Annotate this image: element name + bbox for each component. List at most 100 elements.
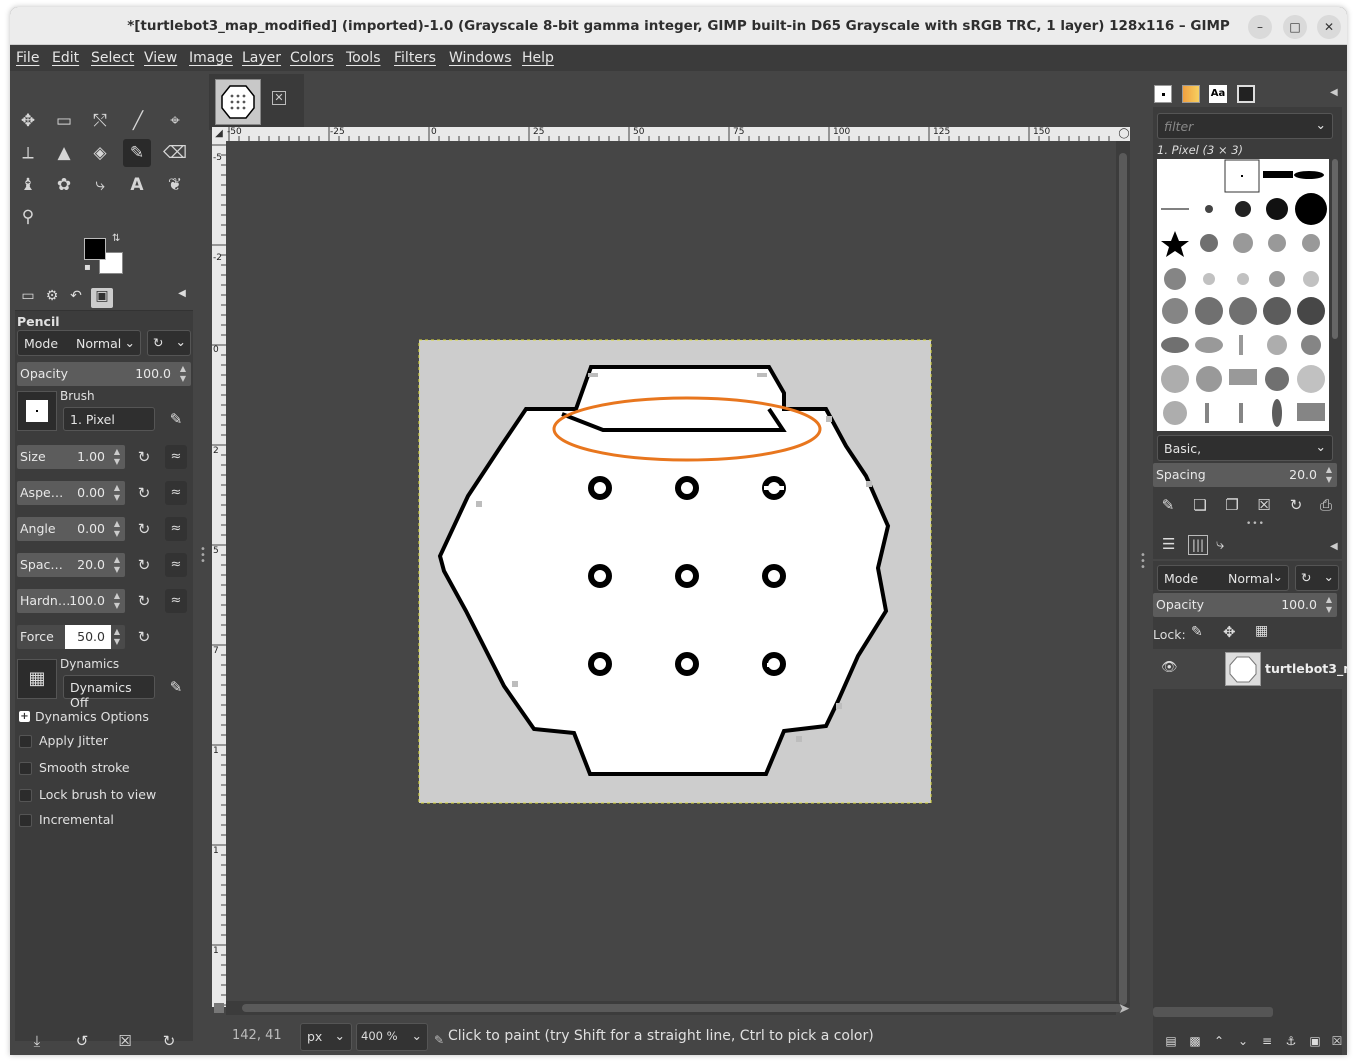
- link-size-icon[interactable]: ≈: [165, 445, 187, 469]
- opacity-field[interactable]: Opacity 100.0 ▲ ▼: [17, 362, 191, 386]
- restore-options-icon[interactable]: ↺: [71, 1029, 93, 1053]
- spin-icon[interactable]: ▲ ▼: [177, 364, 189, 384]
- force-field[interactable]: Force 50.0 ▲ ▼: [17, 625, 125, 649]
- close-icon[interactable]: ✕: [1317, 15, 1341, 39]
- canvas-area[interactable]: [226, 141, 1116, 1007]
- delete-brush-icon[interactable]: ☒: [1253, 493, 1275, 517]
- lower-layer-icon[interactable]: ⌄: [1232, 1029, 1254, 1053]
- brush-grid-scrollbar[interactable]: [1332, 159, 1338, 339]
- crop-tool-icon[interactable]: ⌖: [161, 107, 189, 135]
- device-status-tab-icon[interactable]: ⚙: [41, 288, 63, 308]
- lock-brush-checkbox[interactable]: [19, 789, 32, 802]
- mode-select[interactable]: Mode Normal ⌄: [17, 330, 141, 356]
- fonts-tab-icon[interactable]: Aa: [1209, 85, 1227, 103]
- quick-mask-icon[interactable]: [214, 1003, 224, 1013]
- menu-layer[interactable]: Layer: [242, 50, 281, 66]
- dock-menu-icon[interactable]: ◀: [1330, 541, 1338, 552]
- link-hardness-icon[interactable]: ≈: [165, 589, 187, 613]
- angle-field[interactable]: Angle 0.00 ▲ ▼: [17, 517, 125, 541]
- menu-colors[interactable]: Colors: [290, 50, 334, 66]
- default-colors-icon[interactable]: ▪: [84, 262, 91, 273]
- mask-layer-icon[interactable]: ▣: [1304, 1029, 1326, 1053]
- clone-tool-icon[interactable]: ♝: [14, 171, 42, 199]
- maximize-icon[interactable]: □: [1283, 15, 1307, 39]
- edit-dynamics-icon[interactable]: ✎: [165, 675, 187, 699]
- dynamics-select[interactable]: Dynamics Off: [63, 675, 155, 710]
- zoom-follow-icon[interactable]: ◯: [1118, 127, 1130, 141]
- incremental-checkbox[interactable]: [19, 814, 32, 827]
- layers-tab-icon[interactable]: ☰: [1162, 535, 1175, 553]
- layer-row[interactable]: 👁 turtlebot3_m: [1153, 649, 1347, 689]
- menu-help[interactable]: Help: [522, 50, 554, 66]
- save-options-icon[interactable]: ⤓: [26, 1029, 48, 1053]
- delete-options-icon[interactable]: ☒: [114, 1029, 136, 1053]
- link-aspect-icon[interactable]: ≈: [165, 481, 187, 505]
- vertical-scrollbar[interactable]: [1116, 141, 1130, 1007]
- reset-aspect-icon[interactable]: ↻: [133, 481, 155, 505]
- spacing-field[interactable]: Spac… 20.0 ▲ ▼: [17, 553, 125, 577]
- aspect-field[interactable]: Aspe… 0.00 ▲ ▼: [17, 481, 125, 505]
- duplicate-layer-icon[interactable]: ≡: [1256, 1029, 1278, 1053]
- patterns-tab-icon[interactable]: [1182, 85, 1200, 103]
- smudge-tool-icon[interactable]: ✿: [50, 171, 78, 199]
- horizontal-scroll-thumb[interactable]: [242, 1004, 1122, 1012]
- spin-icon[interactable]: ▲ ▼: [111, 519, 123, 539]
- paths-tab-icon[interactable]: ⤷: [1216, 535, 1224, 553]
- menu-select[interactable]: Select: [91, 50, 134, 66]
- unit-select[interactable]: px ⌄: [300, 1023, 352, 1051]
- undo-history-tab-icon[interactable]: ↶: [65, 288, 87, 308]
- menu-tools[interactable]: Tools: [346, 50, 381, 66]
- brush-as-image-icon[interactable]: ⎙: [1315, 493, 1337, 517]
- duplicate-brush-icon[interactable]: ❐: [1221, 493, 1243, 517]
- vertical-scroll-thumb[interactable]: [1119, 153, 1127, 1005]
- link-angle-icon[interactable]: ≈: [165, 517, 187, 541]
- layer-mode-reset-button[interactable]: ↻ ⌄: [1295, 565, 1339, 591]
- ruler-corner-icon[interactable]: ◢: [212, 127, 226, 141]
- warp-tool-icon[interactable]: ▲: [50, 139, 78, 167]
- brush-select[interactable]: 1. Pixel: [63, 407, 155, 431]
- close-image-icon[interactable]: ✕: [272, 91, 286, 105]
- navigate-icon[interactable]: ➤: [1116, 1001, 1132, 1017]
- panel-divider-handle[interactable]: •••: [1246, 519, 1265, 529]
- reset-spacing-icon[interactable]: ↻: [133, 553, 155, 577]
- bucket-fill-tool-icon[interactable]: ◈: [86, 139, 114, 167]
- brush-preview[interactable]: [17, 391, 57, 431]
- lock-position-icon[interactable]: ✥: [1223, 623, 1236, 641]
- spin-icon[interactable]: ▲ ▼: [111, 627, 123, 647]
- spin-icon[interactable]: ▲ ▼: [1323, 465, 1335, 485]
- link-spacing-icon[interactable]: ≈: [165, 553, 187, 577]
- pencil-tool-icon[interactable]: ✎: [123, 139, 151, 167]
- reset-hardness-icon[interactable]: ↻: [133, 589, 155, 613]
- eraser-tool-icon[interactable]: ⌫: [161, 139, 189, 167]
- menu-edit[interactable]: Edit: [52, 50, 79, 66]
- image-canvas[interactable]: [226, 141, 1116, 1007]
- visibility-eye-icon[interactable]: 👁: [1161, 660, 1178, 675]
- dynamics-preview-icon[interactable]: ▦: [17, 659, 57, 699]
- text-tool-icon[interactable]: A: [123, 171, 151, 199]
- brush-grid[interactable]: [1157, 159, 1329, 431]
- lasso-tool-icon[interactable]: ⤲: [86, 107, 114, 135]
- hardness-field[interactable]: Hardn… 100.0 ▲ ▼: [17, 589, 125, 613]
- lock-pixels-icon[interactable]: ✎: [1191, 624, 1203, 640]
- mode-reset-button[interactable]: ↻ ⌄: [147, 330, 191, 356]
- gradients-tab-icon[interactable]: [1237, 85, 1255, 103]
- rect-select-tool-icon[interactable]: ▭: [50, 107, 78, 135]
- anchor-layer-icon[interactable]: ⚓: [1280, 1029, 1302, 1053]
- lock-alpha-icon[interactable]: ▦: [1255, 623, 1268, 639]
- spin-icon[interactable]: ▲ ▼: [1323, 595, 1335, 615]
- apply-jitter-checkbox[interactable]: [19, 735, 32, 748]
- spin-icon[interactable]: ▲ ▼: [111, 591, 123, 611]
- zoom-select[interactable]: 400 % ⌄: [356, 1023, 428, 1051]
- right-dock-handle[interactable]: • • •: [1140, 551, 1146, 573]
- brushes-tab-icon[interactable]: [1154, 85, 1172, 103]
- dock-menu-icon[interactable]: ◀: [171, 288, 193, 308]
- smooth-stroke-checkbox[interactable]: [19, 762, 32, 775]
- refresh-brushes-icon[interactable]: ↻: [1285, 493, 1307, 517]
- spin-icon[interactable]: ▲ ▼: [111, 555, 123, 575]
- transform-tool-icon[interactable]: ⟂: [14, 139, 42, 167]
- minimize-icon[interactable]: –: [1248, 15, 1272, 39]
- layer-name[interactable]: turtlebot3_m: [1265, 661, 1347, 676]
- delete-layer-icon[interactable]: ☒: [1326, 1029, 1347, 1053]
- brush-preset-select[interactable]: Basic, ⌄: [1157, 435, 1333, 461]
- reset-angle-icon[interactable]: ↻: [133, 517, 155, 541]
